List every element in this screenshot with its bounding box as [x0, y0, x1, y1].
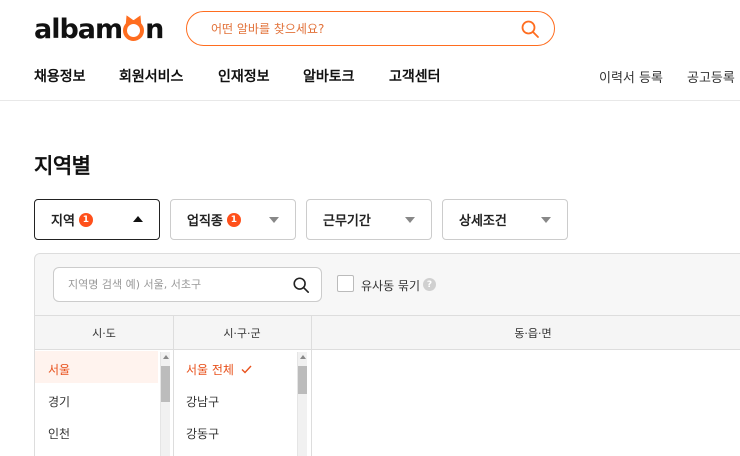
filter-region-label: 지역 — [51, 214, 75, 229]
district-item-label: 서울 전체 — [186, 363, 234, 377]
main-search-input[interactable] — [211, 21, 501, 36]
nav-talent[interactable]: 인재정보 — [218, 66, 270, 86]
province-scroll-thumb[interactable] — [161, 366, 170, 402]
scroll-up-icon[interactable] — [300, 355, 306, 359]
scroll-up-icon[interactable] — [163, 355, 169, 359]
filter-detail-conditions-label: 상세조건 — [459, 214, 507, 229]
group-similar-dong-checkbox[interactable] — [337, 275, 354, 292]
region-search-box[interactable] — [53, 267, 322, 302]
logo-text-alba: alba — [34, 13, 96, 45]
group-similar-dong-label[interactable]: 유사동 묶기 — [361, 277, 420, 294]
caret-down-icon — [269, 217, 279, 223]
filter-region-badge: 1 — [78, 212, 93, 227]
column-header-province: 시·도 — [35, 316, 173, 350]
nav-jobs[interactable]: 채용정보 — [34, 66, 86, 86]
filter-detail-conditions[interactable]: 상세조건 — [442, 199, 568, 240]
district-scroll-thumb[interactable] — [298, 366, 307, 394]
district-item-gangdong[interactable]: 강동구 — [186, 425, 219, 442]
column-divider — [173, 316, 174, 456]
nav-customer-center[interactable]: 고객센터 — [389, 66, 441, 86]
province-item-gyeonggi[interactable]: 경기 — [48, 393, 70, 410]
check-icon — [241, 365, 252, 374]
albamon-logo[interactable]: alba m n — [34, 13, 164, 45]
caret-up-icon — [133, 216, 143, 222]
logo-cat-o-icon — [123, 20, 145, 41]
global-nav: 채용정보 회원서비스 인재정보 알바토크 고객센터 이력서 등록 공고등록 — [0, 62, 740, 100]
filter-job-type-badge: 1 — [226, 212, 241, 227]
resume-register-link[interactable]: 이력서 등록 — [599, 67, 663, 86]
filter-work-period[interactable]: 근무기간 — [306, 199, 432, 240]
header-divider — [0, 100, 740, 101]
help-icon[interactable]: ? — [423, 278, 436, 291]
caret-down-icon — [405, 217, 415, 223]
region-columns: 시·도 시·구·군 동·읍·면 서울 경기 인천 서울 전체 강남구 강동구 — [35, 315, 740, 456]
province-item-incheon[interactable]: 인천 — [48, 425, 70, 442]
caret-down-icon — [541, 217, 551, 223]
district-item-gangnam[interactable]: 강남구 — [186, 393, 219, 410]
logo-m: m — [95, 13, 123, 45]
filter-work-period-label: 근무기간 — [323, 214, 371, 229]
column-divider — [311, 316, 312, 456]
logo-n: n — [145, 13, 164, 45]
province-item-seoul[interactable]: 서울 — [48, 361, 70, 378]
region-selector-panel: 유사동 묶기 ? 시·도 시·구·군 동·읍·면 서울 경기 인천 서울 전체 … — [34, 253, 740, 456]
region-search-input[interactable] — [68, 278, 278, 291]
district-scrollbar[interactable] — [297, 352, 307, 456]
province-scrollbar[interactable] — [160, 352, 170, 456]
filter-region[interactable]: 지역 1 — [34, 199, 160, 240]
nav-member-services[interactable]: 회원서비스 — [119, 66, 183, 86]
column-header-district: 시·구·군 — [173, 316, 311, 350]
column-header-dong: 동·읍·면 — [311, 316, 740, 350]
filter-job-type-label: 업직종 — [187, 214, 223, 229]
search-icon[interactable] — [520, 19, 540, 39]
page-title: 지역별 — [34, 154, 91, 178]
search-icon[interactable] — [292, 276, 310, 294]
job-post-register-link[interactable]: 공고등록 — [687, 67, 735, 86]
nav-alba-talk[interactable]: 알바토크 — [303, 66, 355, 86]
main-search-box[interactable] — [186, 11, 555, 46]
filter-job-type[interactable]: 업직종 1 — [170, 199, 296, 240]
district-item-seoul-all[interactable]: 서울 전체 — [186, 361, 252, 378]
